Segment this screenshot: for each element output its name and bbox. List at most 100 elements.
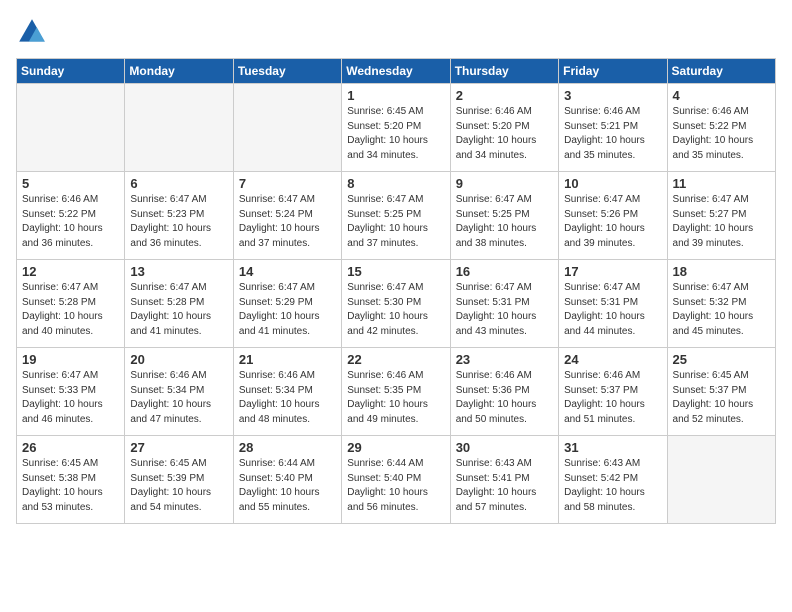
logo-icon: [16, 16, 48, 48]
day-number: 19: [22, 352, 119, 367]
calendar-cell: 19 Sunrise: 6:47 AM Sunset: 5:33 PM Dayli…: [17, 348, 125, 436]
calendar-cell: [125, 84, 233, 172]
calendar-cell: 1Sunrise: 6:45 AM Sunset: 5:20 PM Daylig…: [342, 84, 450, 172]
calendar-cell: 28 Sunrise: 6:44 AM Sunset: 5:40 PM Dayli…: [233, 436, 341, 524]
calendar-header-thursday: Thursday: [450, 59, 558, 84]
calendar-cell: 2 Sunrise: 6:46 AM Sunset: 5:20 PM Daylig…: [450, 84, 558, 172]
calendar-cell: 7Sunrise: 6:47 AM Sunset: 5:24 PM Daylig…: [233, 172, 341, 260]
calendar-week-3: 12 Sunrise: 6:47 AM Sunset: 5:28 PM Dayli…: [17, 260, 776, 348]
calendar-cell: 8 Sunrise: 6:47 AM Sunset: 5:25 PM Daylig…: [342, 172, 450, 260]
day-number: 11: [673, 176, 770, 191]
calendar-week-2: 5 Sunrise: 6:46 AM Sunset: 5:22 PM Daylig…: [17, 172, 776, 260]
day-number: 17: [564, 264, 661, 279]
calendar-header-monday: Monday: [125, 59, 233, 84]
day-number: 28: [239, 440, 336, 455]
day-info: Sunrise: 6:46 AM Sunset: 5:34 PM Dayligh…: [130, 369, 227, 427]
calendar-cell: 27 Sunrise: 6:45 AM Sunset: 5:39 PM Dayli…: [125, 436, 233, 524]
day-number: 2: [456, 88, 553, 103]
calendar-cell: 13 Sunrise: 6:47 AM Sunset: 5:28 PM Dayli…: [125, 260, 233, 348]
calendar-cell: 31 Sunrise: 6:43 AM Sunset: 5:42 PM Dayli…: [559, 436, 667, 524]
calendar-header-wednesday: Wednesday: [342, 59, 450, 84]
day-number: 10: [564, 176, 661, 191]
calendar-cell: 10 Sunrise: 6:47 AM Sunset: 5:26 PM Dayli…: [559, 172, 667, 260]
calendar-cell: 21 Sunrise: 6:46 AM Sunset: 5:34 PM Dayli…: [233, 348, 341, 436]
day-info: Sunrise: 6:47 AM Sunset: 5:26 PM Dayligh…: [564, 193, 661, 251]
page-header: [16, 16, 776, 48]
day-number: 14: [239, 264, 336, 279]
calendar-week-5: 26Sunrise: 6:45 AM Sunset: 5:38 PM Dayli…: [17, 436, 776, 524]
day-number: 23: [456, 352, 553, 367]
calendar-cell: 30 Sunrise: 6:43 AM Sunset: 5:41 PM Dayli…: [450, 436, 558, 524]
day-info: Sunrise: 6:47 AM Sunset: 5:25 PM Dayligh…: [347, 193, 444, 251]
calendar-cell: [233, 84, 341, 172]
day-info: Sunrise: 6:46 AM Sunset: 5:36 PM Dayligh…: [456, 369, 553, 427]
day-number: 31: [564, 440, 661, 455]
day-number: 7: [239, 176, 336, 191]
calendar-cell: 16Sunrise: 6:47 AM Sunset: 5:31 PM Dayli…: [450, 260, 558, 348]
calendar-cell: 18 Sunrise: 6:47 AM Sunset: 5:32 PM Dayli…: [667, 260, 775, 348]
calendar-cell: 4 Sunrise: 6:46 AM Sunset: 5:22 PM Daylig…: [667, 84, 775, 172]
day-number: 22: [347, 352, 444, 367]
day-info: Sunrise: 6:47 AM Sunset: 5:30 PM Dayligh…: [347, 281, 444, 339]
day-info: Sunrise: 6:47 AM Sunset: 5:32 PM Dayligh…: [673, 281, 770, 339]
day-number: 26: [22, 440, 119, 455]
calendar-cell: 23 Sunrise: 6:46 AM Sunset: 5:36 PM Dayli…: [450, 348, 558, 436]
day-number: 21: [239, 352, 336, 367]
day-info: Sunrise: 6:46 AM Sunset: 5:20 PM Dayligh…: [456, 105, 553, 163]
calendar-cell: 24 Sunrise: 6:46 AM Sunset: 5:37 PM Dayli…: [559, 348, 667, 436]
day-info: Sunrise: 6:47 AM Sunset: 5:28 PM Dayligh…: [130, 281, 227, 339]
day-number: 5: [22, 176, 119, 191]
calendar-cell: 25 Sunrise: 6:45 AM Sunset: 5:37 PM Dayli…: [667, 348, 775, 436]
day-info: Sunrise: 6:46 AM Sunset: 5:22 PM Dayligh…: [22, 193, 119, 251]
calendar-header-saturday: Saturday: [667, 59, 775, 84]
day-number: 25: [673, 352, 770, 367]
day-info: Sunrise: 6:43 AM Sunset: 5:42 PM Dayligh…: [564, 457, 661, 515]
day-info: Sunrise: 6:47 AM Sunset: 5:25 PM Dayligh…: [456, 193, 553, 251]
day-number: 13: [130, 264, 227, 279]
day-info: Sunrise: 6:47 AM Sunset: 5:28 PM Dayligh…: [22, 281, 119, 339]
day-info: Sunrise: 6:46 AM Sunset: 5:37 PM Dayligh…: [564, 369, 661, 427]
day-info: Sunrise: 6:47 AM Sunset: 5:27 PM Dayligh…: [673, 193, 770, 251]
day-number: 12: [22, 264, 119, 279]
day-number: 8: [347, 176, 444, 191]
day-number: 30: [456, 440, 553, 455]
day-info: Sunrise: 6:45 AM Sunset: 5:39 PM Dayligh…: [130, 457, 227, 515]
calendar-header-friday: Friday: [559, 59, 667, 84]
calendar-body: 1Sunrise: 6:45 AM Sunset: 5:20 PM Daylig…: [17, 84, 776, 524]
day-info: Sunrise: 6:46 AM Sunset: 5:22 PM Dayligh…: [673, 105, 770, 163]
day-number: 27: [130, 440, 227, 455]
day-number: 9: [456, 176, 553, 191]
calendar-cell: 26Sunrise: 6:45 AM Sunset: 5:38 PM Dayli…: [17, 436, 125, 524]
day-number: 20: [130, 352, 227, 367]
calendar-header-tuesday: Tuesday: [233, 59, 341, 84]
calendar-cell: 14Sunrise: 6:47 AM Sunset: 5:29 PM Dayli…: [233, 260, 341, 348]
day-info: Sunrise: 6:44 AM Sunset: 5:40 PM Dayligh…: [239, 457, 336, 515]
calendar-cell: [667, 436, 775, 524]
calendar-week-4: 19 Sunrise: 6:47 AM Sunset: 5:33 PM Dayli…: [17, 348, 776, 436]
day-number: 24: [564, 352, 661, 367]
calendar-cell: 20 Sunrise: 6:46 AM Sunset: 5:34 PM Dayli…: [125, 348, 233, 436]
day-info: Sunrise: 6:45 AM Sunset: 5:37 PM Dayligh…: [673, 369, 770, 427]
calendar-cell: 9 Sunrise: 6:47 AM Sunset: 5:25 PM Daylig…: [450, 172, 558, 260]
day-info: Sunrise: 6:47 AM Sunset: 5:31 PM Dayligh…: [564, 281, 661, 339]
day-info: Sunrise: 6:46 AM Sunset: 5:34 PM Dayligh…: [239, 369, 336, 427]
calendar-cell: 6Sunrise: 6:47 AM Sunset: 5:23 PM Daylig…: [125, 172, 233, 260]
calendar-cell: 22 Sunrise: 6:46 AM Sunset: 5:35 PM Dayli…: [342, 348, 450, 436]
calendar-cell: 5 Sunrise: 6:46 AM Sunset: 5:22 PM Daylig…: [17, 172, 125, 260]
day-info: Sunrise: 6:43 AM Sunset: 5:41 PM Dayligh…: [456, 457, 553, 515]
calendar-cell: 12 Sunrise: 6:47 AM Sunset: 5:28 PM Dayli…: [17, 260, 125, 348]
day-number: 4: [673, 88, 770, 103]
logo: [16, 16, 52, 48]
day-info: Sunrise: 6:46 AM Sunset: 5:21 PM Dayligh…: [564, 105, 661, 163]
day-info: Sunrise: 6:47 AM Sunset: 5:33 PM Dayligh…: [22, 369, 119, 427]
day-info: Sunrise: 6:46 AM Sunset: 5:35 PM Dayligh…: [347, 369, 444, 427]
day-info: Sunrise: 6:47 AM Sunset: 5:23 PM Dayligh…: [130, 193, 227, 251]
calendar-cell: 17 Sunrise: 6:47 AM Sunset: 5:31 PM Dayli…: [559, 260, 667, 348]
calendar-cell: 29Sunrise: 6:44 AM Sunset: 5:40 PM Dayli…: [342, 436, 450, 524]
day-number: 1: [347, 88, 444, 103]
day-info: Sunrise: 6:47 AM Sunset: 5:31 PM Dayligh…: [456, 281, 553, 339]
day-number: 18: [673, 264, 770, 279]
day-info: Sunrise: 6:44 AM Sunset: 5:40 PM Dayligh…: [347, 457, 444, 515]
day-number: 3: [564, 88, 661, 103]
calendar-table: SundayMondayTuesdayWednesdayThursdayFrid…: [16, 58, 776, 524]
